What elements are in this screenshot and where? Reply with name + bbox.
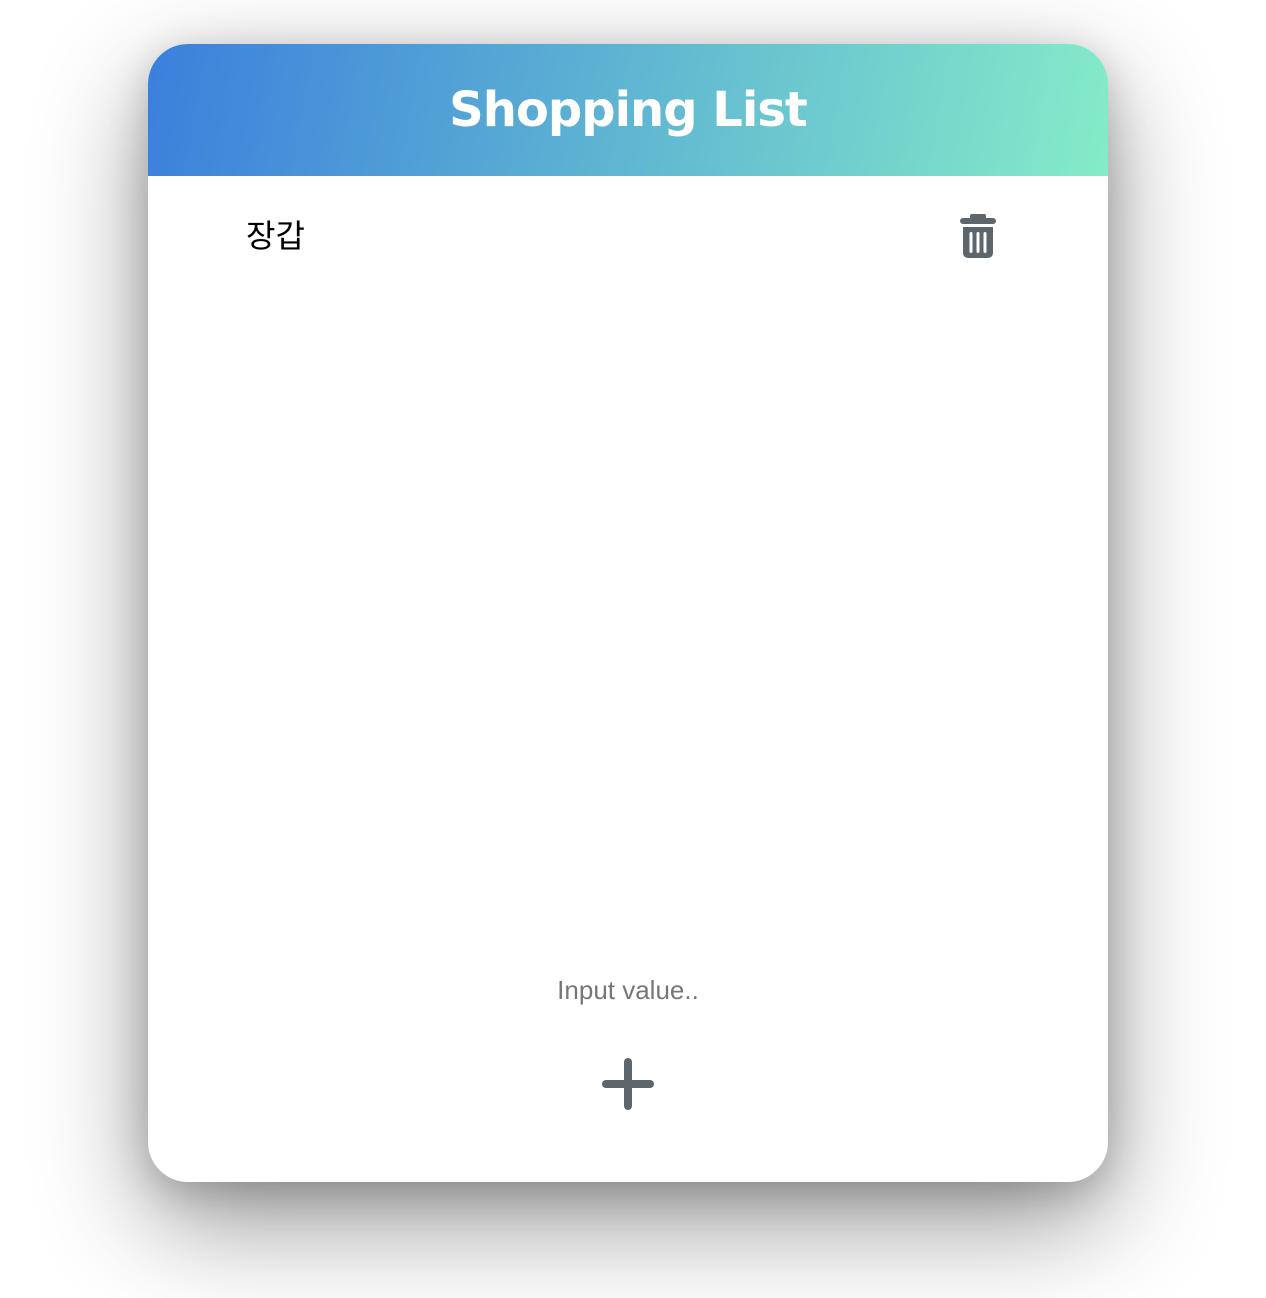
item-label: 장갑 bbox=[246, 217, 305, 255]
trash-icon bbox=[956, 212, 1000, 260]
add-item-button[interactable] bbox=[600, 1056, 656, 1112]
delete-item-button[interactable] bbox=[956, 212, 1000, 260]
item-input[interactable] bbox=[416, 966, 840, 1014]
list-item: 장갑 bbox=[148, 176, 1108, 276]
shopping-list-card: Shopping List 장갑 bbox=[148, 44, 1108, 1182]
plus-icon bbox=[600, 1056, 656, 1112]
item-list: 장갑 bbox=[148, 176, 1108, 276]
header: Shopping List bbox=[148, 44, 1108, 176]
app-title: Shopping List bbox=[449, 82, 808, 138]
input-row bbox=[148, 966, 1108, 1014]
